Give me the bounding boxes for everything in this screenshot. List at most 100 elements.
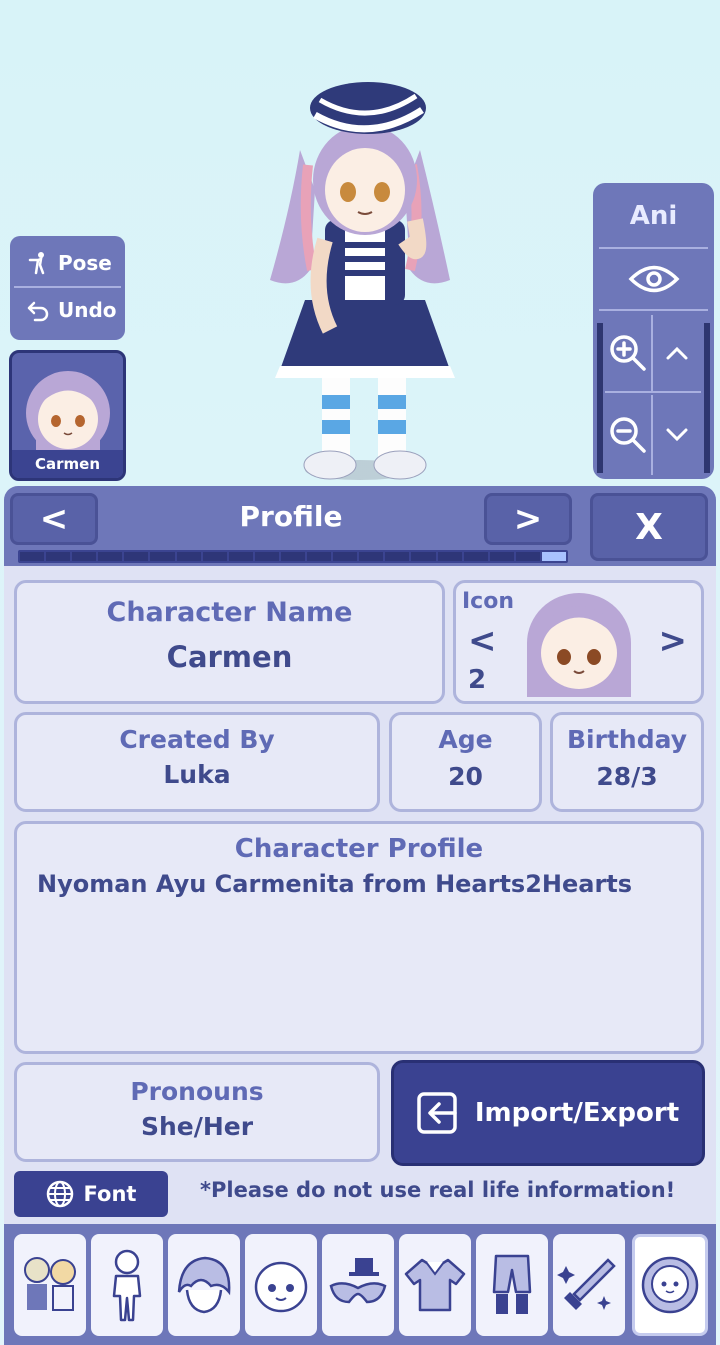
- pose-icon: [28, 252, 45, 275]
- tab-props[interactable]: [553, 1234, 625, 1336]
- icon-card: Icon < 2 >: [453, 580, 704, 704]
- progress-segment: [280, 552, 306, 561]
- tab-top[interactable]: [399, 1234, 471, 1336]
- progress-segment: [463, 552, 488, 561]
- chevron-down-icon: [666, 428, 688, 442]
- progress-segment: [541, 552, 566, 561]
- character-name-label: Character Name: [106, 597, 353, 628]
- hair-icon: [177, 1256, 231, 1314]
- import-export-label: Import/Export: [474, 1098, 680, 1128]
- tab-presets[interactable]: [14, 1234, 86, 1336]
- bottom-icon: [492, 1254, 532, 1314]
- created-by-label: Created By: [119, 725, 275, 754]
- tab-hair[interactable]: [168, 1234, 240, 1336]
- age-label: Age: [438, 725, 493, 754]
- progress-segment: [228, 552, 253, 561]
- icon-label: Icon: [462, 589, 515, 614]
- icon-prev-button[interactable]: <: [468, 621, 497, 661]
- top-icon: [404, 1258, 466, 1312]
- progress-segment: [359, 552, 384, 561]
- presets-icon: [24, 1257, 76, 1311]
- font-button[interactable]: Font: [14, 1171, 168, 1217]
- progress-segment: [98, 552, 123, 561]
- progress-segment: [307, 552, 332, 561]
- progress-segment: [46, 552, 71, 561]
- character-profile-text[interactable]: Nyoman Ayu Carmenita from Hearts2Hearts: [17, 870, 701, 898]
- pronouns-label: Pronouns: [130, 1077, 264, 1106]
- zoom-in-icon: [610, 335, 646, 371]
- undo-label: Undo: [58, 298, 117, 322]
- progress-segment: [411, 552, 436, 561]
- visibility-toggle[interactable]: [599, 249, 708, 311]
- page-progress-bar: [18, 550, 568, 563]
- zoom-in-button[interactable]: [605, 315, 653, 393]
- tab-body[interactable]: [91, 1234, 163, 1336]
- globe-icon: [46, 1180, 73, 1208]
- camera-down-button[interactable]: [653, 395, 701, 475]
- progress-segment: [333, 552, 358, 561]
- progress-segment: [72, 552, 97, 561]
- undo-button[interactable]: Undo: [14, 286, 121, 332]
- pronouns-card[interactable]: Pronouns She/Her: [14, 1062, 380, 1162]
- tab-face[interactable]: [245, 1234, 317, 1336]
- body-icon: [112, 1249, 142, 1322]
- accessories-icon: [329, 1258, 387, 1304]
- character-slot-name: Carmen: [12, 450, 123, 478]
- progress-segment: [150, 552, 175, 561]
- character-name-value: Carmen: [166, 640, 293, 674]
- character-profile-label: Character Profile: [234, 834, 484, 864]
- character-figure[interactable]: [250, 70, 480, 490]
- chevron-up-icon: [666, 346, 688, 360]
- progress-segment: [489, 552, 514, 561]
- tab-profile[interactable]: [632, 1234, 708, 1336]
- props-icon: [557, 1258, 616, 1310]
- camera-up-button[interactable]: [653, 315, 701, 393]
- pose-undo-group: Pose Undo: [10, 236, 125, 340]
- next-page-button[interactable]: >: [484, 493, 572, 545]
- progress-segment: [176, 552, 201, 561]
- eye-icon: [628, 265, 679, 293]
- zoom-out-button[interactable]: [605, 395, 653, 475]
- age-value: 20: [448, 762, 483, 791]
- profile-icon: [641, 1256, 699, 1314]
- camera-panel: Ani: [593, 183, 714, 479]
- character-name-card[interactable]: Character Name Carmen: [14, 580, 445, 704]
- tab-accessories[interactable]: [322, 1234, 394, 1336]
- pronouns-value: She/Her: [140, 1112, 254, 1141]
- progress-segment: [254, 552, 279, 561]
- progress-segment: [437, 552, 462, 561]
- icon-avatar: [527, 593, 631, 697]
- progress-segment: [20, 552, 45, 561]
- pose-label: Pose: [58, 251, 112, 275]
- face-icon: [254, 1261, 308, 1313]
- icon-number: 2: [468, 665, 487, 695]
- page-title: Profile: [239, 500, 343, 533]
- font-label: Font: [83, 1182, 137, 1206]
- camera-scroll-right[interactable]: [704, 323, 710, 473]
- icon-next-button[interactable]: >: [659, 621, 688, 661]
- import-export-button[interactable]: Import/Export: [391, 1060, 705, 1166]
- privacy-note: *Please do not use real life information…: [200, 1178, 676, 1202]
- progress-segment: [385, 552, 410, 561]
- progress-segment: [515, 552, 540, 561]
- close-button[interactable]: X: [590, 493, 708, 561]
- pose-button[interactable]: Pose: [14, 240, 121, 286]
- created-by-value: Luka: [163, 760, 231, 789]
- character-profile-card[interactable]: Character Profile Nyoman Ayu Carmenita f…: [14, 821, 704, 1054]
- character-slot-card[interactable]: Carmen: [9, 350, 126, 481]
- prev-page-button[interactable]: <: [10, 493, 98, 545]
- created-by-card[interactable]: Created By Luka: [14, 712, 380, 812]
- undo-icon: [27, 301, 49, 322]
- birthday-label: Birthday: [567, 725, 687, 754]
- import-export-icon: [417, 1092, 457, 1134]
- birthday-card[interactable]: Birthday 28/3: [550, 712, 704, 812]
- age-card[interactable]: Age 20: [389, 712, 542, 812]
- camera-scroll-left[interactable]: [597, 323, 603, 473]
- progress-segment: [124, 552, 149, 561]
- tab-bottom[interactable]: [476, 1234, 548, 1336]
- birthday-value: 28/3: [596, 762, 658, 791]
- ani-button[interactable]: Ani: [599, 183, 708, 249]
- zoom-out-icon: [610, 417, 646, 453]
- progress-segment: [202, 552, 227, 561]
- character-avatar: [26, 371, 110, 455]
